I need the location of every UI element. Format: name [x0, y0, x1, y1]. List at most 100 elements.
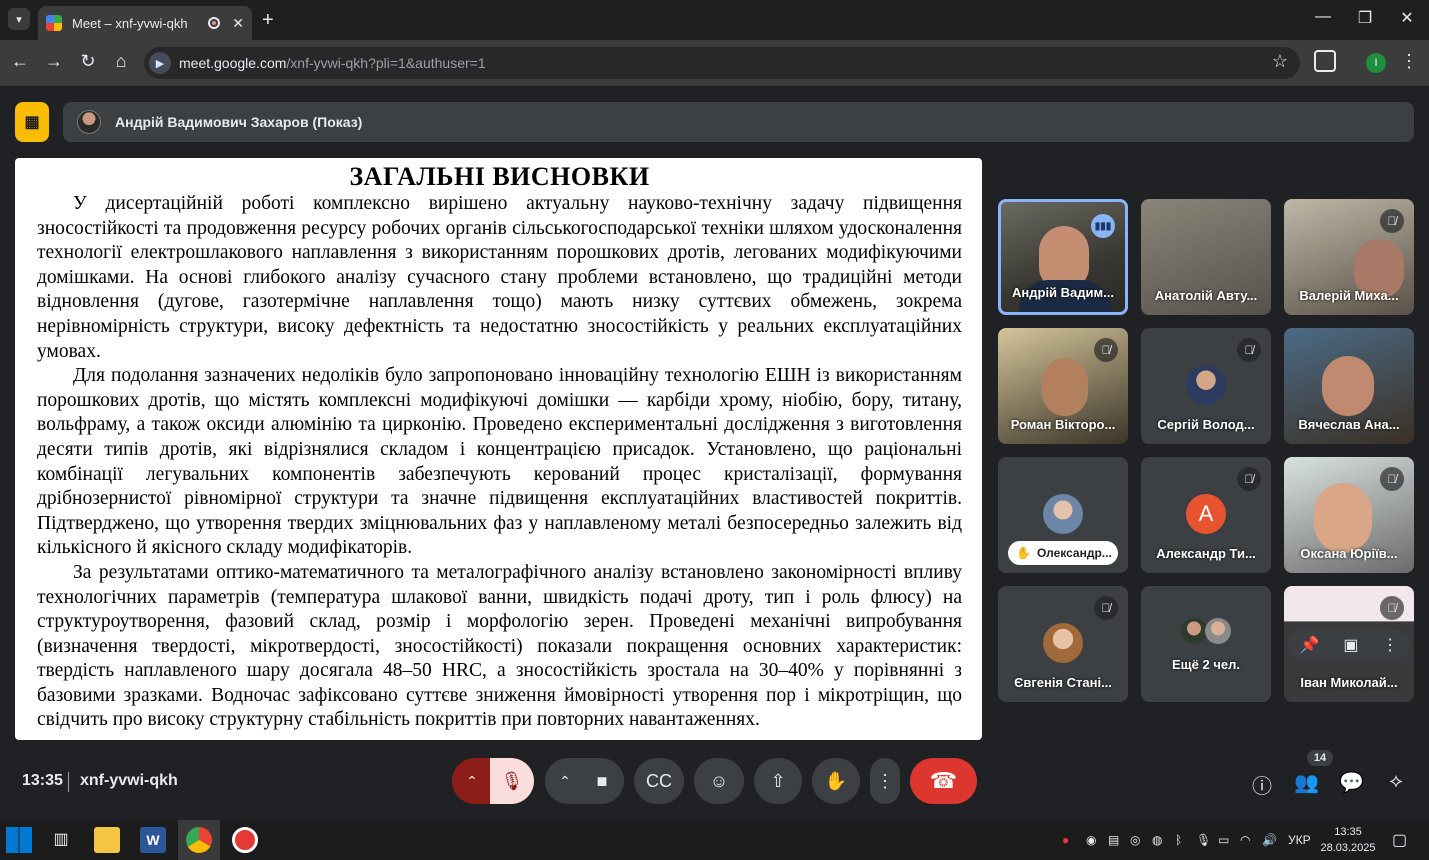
- mic-off-icon: 🎙̸: [1380, 596, 1404, 620]
- chat-icon[interactable]: 💬: [1339, 770, 1364, 794]
- participant-tile[interactable]: 🎙̸ 📌 ▣ ⋮ Іван Миколай...: [1284, 586, 1414, 702]
- close-window-button[interactable]: ✕: [1392, 8, 1422, 28]
- site-info-icon[interactable]: ▶: [149, 52, 171, 74]
- more-options-button[interactable]: ⋮: [870, 758, 900, 804]
- presentation-icon[interactable]: ▦: [15, 102, 49, 142]
- participant-tile[interactable]: Вячеслав Ана...: [1284, 328, 1414, 444]
- bluetooth-icon[interactable]: ᛒ: [1175, 833, 1182, 847]
- start-button[interactable]: [6, 827, 32, 853]
- participant-name: Сергій Волод...: [1157, 417, 1255, 432]
- tray-security-icon[interactable]: ◍: [1152, 833, 1162, 847]
- browser-tabstrip: ▾ Meet – xnf-yvwi-qkh ✕ + — ❐ ✕: [0, 0, 1429, 40]
- participant-name: Александр Ти...: [1156, 546, 1256, 561]
- video-options-button[interactable]: ⌃: [545, 758, 585, 804]
- mic-off-icon: 🎙̸: [1094, 596, 1118, 620]
- wifi-icon[interactable]: ◠: [1240, 833, 1250, 847]
- participant-tile[interactable]: 🎙̸ Роман Вікторо...: [998, 328, 1128, 444]
- mic-off-button[interactable]: 🎙: [490, 758, 534, 804]
- presenter-name: Андрій Вадимович Захаров (Показ): [115, 114, 363, 130]
- new-tab-button[interactable]: +: [262, 9, 274, 32]
- meeting-info-icon[interactable]: ⓘ: [1250, 770, 1274, 798]
- participant-tile[interactable]: ▮▮▮ Андрій Вадим...: [998, 199, 1128, 315]
- browser-tab[interactable]: Meet – xnf-yvwi-qkh ✕: [38, 6, 252, 40]
- participant-face: [1314, 483, 1372, 553]
- participant-group-tile[interactable]: Ещё 2 чел.: [1141, 586, 1271, 702]
- volume-icon[interactable]: 🔊: [1262, 833, 1277, 847]
- more-options-icon[interactable]: ⋮: [1382, 635, 1398, 655]
- address-bar[interactable]: ▶ meet.google.com /xnf-yvwi-qkh?pli=1&au…: [144, 47, 1300, 79]
- participant-face: [1322, 356, 1374, 416]
- presenter-avatar: [77, 110, 101, 134]
- mic-off-icon: 🎙̸: [1094, 338, 1118, 362]
- home-button[interactable]: ⌂: [109, 51, 133, 72]
- divider: [68, 772, 69, 792]
- participant-tile[interactable]: Анатолій Авту...: [1141, 199, 1271, 315]
- browser-menu-icon[interactable]: ⋮: [1400, 51, 1418, 72]
- participant-tile[interactable]: 🎙̸ Сергій Волод...: [1141, 328, 1271, 444]
- tray-viber-icon[interactable]: ◉: [1086, 833, 1096, 847]
- participant-tile[interactable]: 🎙̸ Валерій Миха...: [1284, 199, 1414, 315]
- meeting-code: xnf-yvwi-qkh: [80, 772, 178, 789]
- taskbar-clock[interactable]: 13:35 28.03.2025: [1320, 824, 1376, 856]
- participant-avatar: [1205, 618, 1231, 644]
- participant-tile[interactable]: 🎙̸ Оксана Юріїв...: [1284, 457, 1414, 573]
- restore-button[interactable]: ❐: [1350, 8, 1380, 28]
- extensions-icon[interactable]: [1314, 50, 1336, 72]
- raise-hand-button[interactable]: ✋: [812, 758, 860, 804]
- people-icon[interactable]: 👥: [1294, 770, 1319, 794]
- slide-paragraph: За результатами оптико-математичного та …: [37, 561, 962, 731]
- minimize-button[interactable]: —: [1308, 8, 1338, 26]
- word-icon[interactable]: W: [140, 827, 166, 853]
- meet-controls-bar: 13:35 xnf-yvwi-qkh ⌃ 🎙 ⌃ ■ CC ☺ ⇧ ✋ ⋮ ☎ …: [0, 734, 1429, 820]
- chrome-icon[interactable]: [186, 827, 212, 853]
- battery-icon[interactable]: ▭: [1218, 833, 1229, 847]
- pin-icon[interactable]: 📌: [1300, 635, 1320, 655]
- participant-name: Іван Миколай...: [1300, 675, 1398, 690]
- bookmark-star-icon[interactable]: ☆: [1272, 51, 1288, 72]
- participant-avatar: [1043, 623, 1083, 663]
- url-host: meet.google.com: [179, 55, 287, 71]
- participant-initial-avatar: А: [1186, 494, 1226, 534]
- camera-button[interactable]: ■: [580, 758, 624, 804]
- taskbar-date: 28.03.2025: [1320, 842, 1376, 854]
- back-button[interactable]: ←: [8, 51, 32, 72]
- participant-avatar: [1186, 365, 1226, 405]
- windows-taskbar: ▥ W ● ◉ ▤ ◎ ◍ ᛒ 🎙 ▭ ◠ 🔊 УКР 13:35 28.03.…: [0, 820, 1429, 860]
- task-view-icon[interactable]: ▥: [48, 827, 74, 853]
- microphone-icon[interactable]: 🎙: [1196, 833, 1211, 847]
- reload-button[interactable]: ↻: [76, 51, 100, 72]
- profile-avatar[interactable]: I: [1366, 53, 1386, 73]
- mic-off-icon: 🎙̸: [1237, 338, 1261, 362]
- present-screen-button[interactable]: ⇧: [754, 758, 802, 804]
- notifications-icon[interactable]: ▢: [1392, 830, 1407, 850]
- forward-button[interactable]: →: [42, 51, 66, 72]
- recording-indicator-icon: [208, 17, 221, 29]
- tray-app-icon[interactable]: ▤: [1108, 833, 1119, 847]
- participant-face: [1039, 226, 1089, 288]
- participant-name: Євгенія Стані...: [1014, 675, 1112, 690]
- frame-icon[interactable]: ▣: [1343, 635, 1358, 655]
- leave-call-button[interactable]: ☎: [910, 758, 977, 804]
- shared-slide: ЗАГАЛЬНІ ВИСНОВКИ У дисертаційній роботі…: [15, 158, 982, 740]
- audio-options-button[interactable]: ⌃: [452, 758, 492, 804]
- participant-tile[interactable]: А 🎙̸ Александр Ти...: [1141, 457, 1271, 573]
- tab-search-button[interactable]: ▾: [8, 8, 30, 30]
- tray-record-icon[interactable]: ●: [1062, 833, 1069, 847]
- participant-tile[interactable]: 🎙̸ Євгенія Стані...: [998, 586, 1128, 702]
- activities-icon[interactable]: ⟡: [1384, 770, 1408, 794]
- meet-stage: ▦ Андрій Вадимович Захаров (Показ) ЗАГАЛ…: [0, 86, 1429, 820]
- close-tab-icon[interactable]: ✕: [232, 15, 244, 32]
- recorder-icon[interactable]: [232, 827, 258, 853]
- participant-name: Андрій Вадим...: [1012, 285, 1114, 300]
- hand-raised-chip: ✋ Олександр...: [1008, 541, 1118, 565]
- reactions-button[interactable]: ☺: [694, 758, 744, 804]
- participant-name: Вячеслав Ана...: [1298, 417, 1400, 432]
- participant-tile[interactable]: ✋ Олександр...: [998, 457, 1128, 573]
- taskbar-time: 13:35: [1334, 826, 1362, 838]
- url-path: /xnf-yvwi-qkh?pli=1&authuser=1: [286, 55, 486, 71]
- tray-network-app-icon[interactable]: ◎: [1130, 833, 1140, 847]
- file-explorer-icon[interactable]: [94, 827, 120, 853]
- captions-button[interactable]: CC: [634, 758, 684, 804]
- input-language[interactable]: УКР: [1288, 833, 1311, 847]
- speaking-indicator-icon: ▮▮▮: [1091, 214, 1115, 238]
